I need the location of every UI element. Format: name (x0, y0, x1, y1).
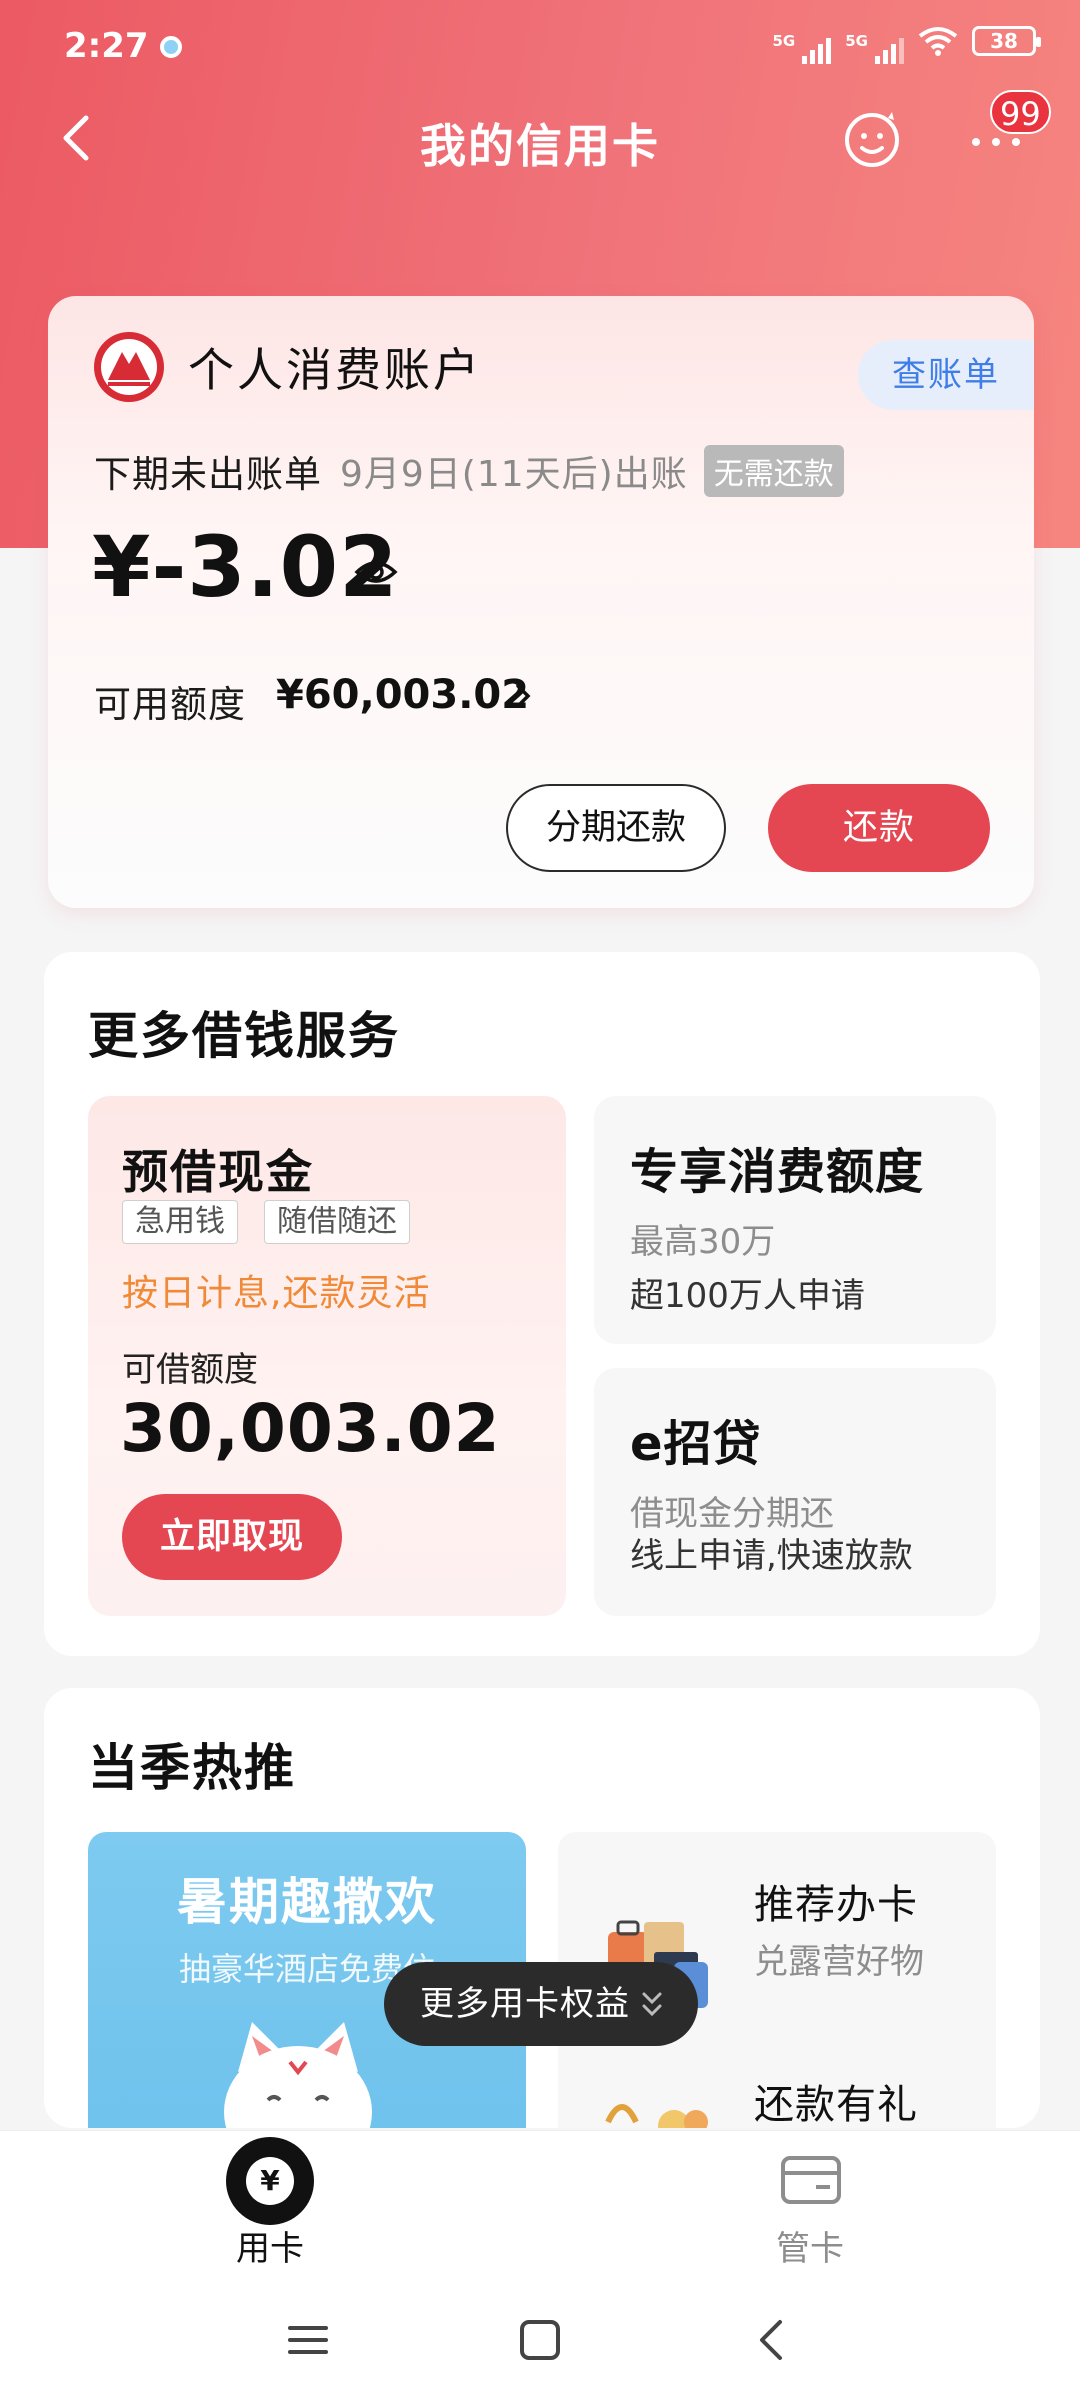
repay-gift-title: 还款有礼 (754, 2082, 918, 2128)
home-icon[interactable] (510, 2310, 570, 2370)
back-nav-icon[interactable] (742, 2310, 802, 2370)
available-credit-value[interactable]: ¥60,003.02 (276, 672, 529, 718)
bank-logo-icon (94, 332, 164, 402)
status-time: 2:27 (64, 26, 149, 66)
section-title: 更多借钱服务 (88, 1007, 400, 1065)
available-credit-label: 可用额度 (94, 683, 246, 726)
more-benefits-button[interactable]: 更多用卡权益 (384, 1962, 698, 2046)
tag: 随借随还 (264, 1200, 410, 1244)
e-loan-panel[interactable]: e招贷 借现金分期还 线上申请,快速放款 (594, 1368, 996, 1616)
cash-advance-promo: 按日计息,还款灵活 (122, 1273, 431, 1314)
cash-advance-panel[interactable]: 预借现金 急用钱 随借随还 按日计息,还款灵活 可借额度 30,003.02 立… (88, 1096, 566, 1616)
gift-icon (605, 2104, 708, 2128)
chevron-down-icon (642, 1992, 662, 2017)
bill-info: 下期未出账单 9月9日(11天后)出账 无需还款 (94, 444, 844, 498)
promo-title: 暑期趣撒欢 (177, 1873, 437, 1931)
bottom-tab-bar: ¥ 用卡 管卡 (0, 2130, 1080, 2280)
battery-icon: 38 (972, 26, 1041, 56)
wifi-icon (918, 27, 958, 56)
tag: 急用钱 (122, 1200, 238, 1244)
tab-manage-card-label: 管卡 (776, 2229, 844, 2269)
status-badge: 无需还款 (703, 445, 844, 497)
chevron-right-icon[interactable] (512, 680, 536, 712)
recommend-card-title: 推荐办卡 (754, 1882, 918, 1928)
exclusive-credit-title: 专享消费额度 (630, 1144, 925, 1200)
menu-icon[interactable] (278, 2310, 338, 2370)
tab-use-card-label: 用卡 (236, 2229, 304, 2269)
status-indicators: 5G 5G 38 (772, 26, 1041, 64)
withdraw-now-button[interactable]: 立即取现 (122, 1494, 342, 1580)
notification-icon (160, 36, 182, 58)
e-loan-desc: 线上申请,快速放款 (630, 1536, 913, 1576)
signal-icon: 5G (845, 32, 904, 64)
tab-use-card[interactable]: ¥ 用卡 (180, 2131, 360, 2281)
eye-icon[interactable] (354, 552, 398, 592)
account-card: 个人消费账户 查账单 下期未出账单 9月9日(11天后)出账 无需还款 ¥-3.… (48, 296, 1034, 908)
e-loan-title: e招贷 (630, 1416, 762, 1472)
view-statement-button[interactable]: 查账单 (858, 340, 1034, 410)
balance-amount: ¥-3.02 (92, 518, 399, 616)
card-icon (781, 2156, 841, 2204)
customer-service-icon[interactable] (842, 110, 902, 170)
yuan-coin-icon: ¥ (226, 2137, 314, 2225)
recommend-card-subtitle: 兑露营好物 (754, 1942, 924, 1982)
installment-repay-button[interactable]: 分期还款 (506, 784, 726, 872)
bill-label: 下期未出账单 (94, 453, 322, 496)
borrowable-value: 30,003.02 (120, 1390, 501, 1467)
lucky-cat-icon (224, 2022, 372, 2128)
more-benefits-label: 更多用卡权益 (420, 1984, 630, 2024)
exclusive-credit-max: 最高30万 (630, 1222, 776, 1262)
exclusive-credit-panel[interactable]: 专享消费额度 最高30万 超100万人申请 (594, 1096, 996, 1344)
bill-date: 9月9日(11天后)出账 (340, 454, 688, 495)
signal-label: 5G (845, 32, 868, 50)
signal-label: 5G (772, 32, 796, 50)
loan-services-card: 更多借钱服务 预借现金 急用钱 随借随还 按日计息,还款灵活 可借额度 30,0… (44, 952, 1040, 1656)
exclusive-credit-applicants: 超100万人申请 (630, 1276, 865, 1316)
signal-icon: 5G (772, 32, 832, 64)
status-bar: 2:27 5G 5G 38 (0, 0, 1080, 96)
section-title: 当季热推 (88, 1739, 296, 1797)
message-badge: 99 (990, 90, 1051, 134)
borrowable-label: 可借额度 (122, 1350, 258, 1390)
cash-advance-title: 预借现金 (122, 1145, 314, 1199)
repay-button[interactable]: 还款 (768, 784, 990, 872)
page-title: 我的信用卡 (420, 119, 660, 173)
seasonal-recommend-card: 当季热推 暑期趣撒欢 抽豪华酒店免费住 推荐办卡 兑露营好物 还款有礼 (44, 1688, 1040, 2128)
tab-manage-card[interactable]: 管卡 (720, 2131, 900, 2281)
account-name: 个人消费账户 (188, 343, 482, 397)
system-navigation-bar (0, 2280, 1080, 2400)
